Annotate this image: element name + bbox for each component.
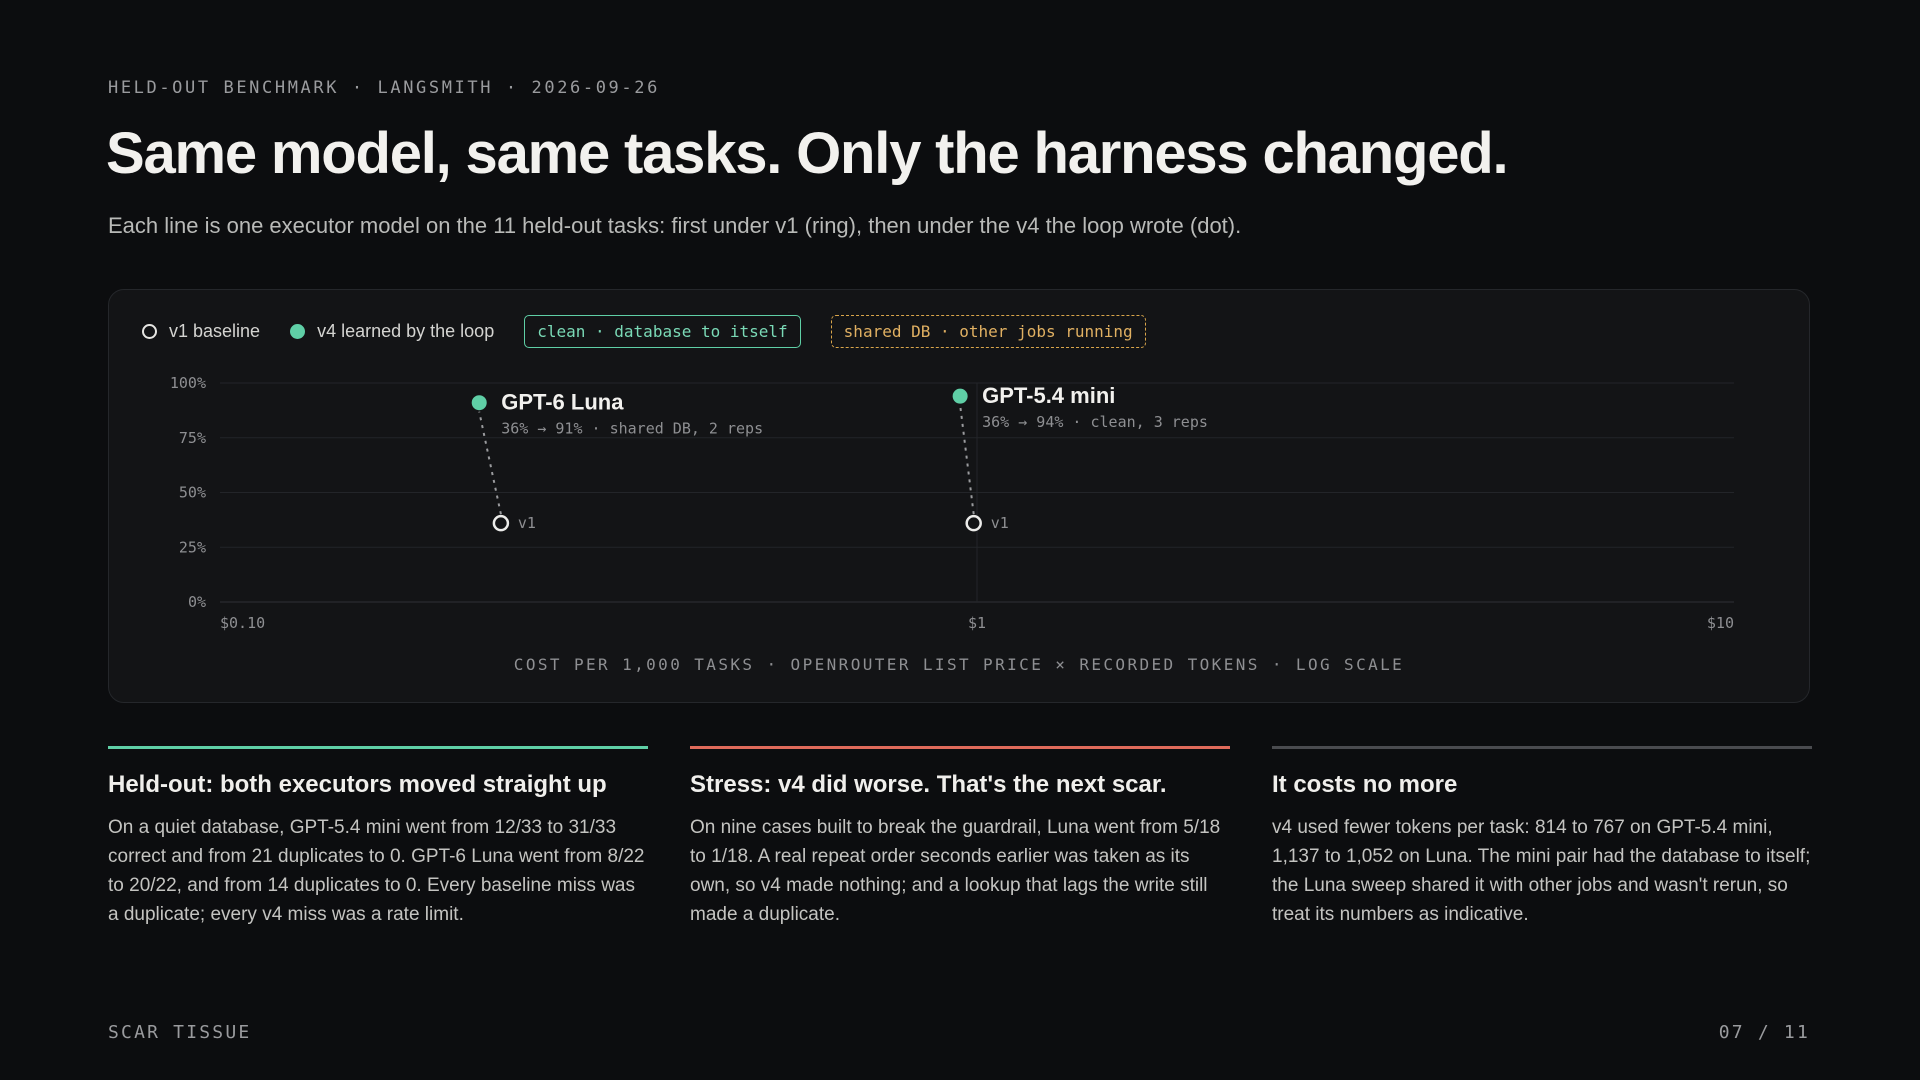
- connector-line: [959, 405, 975, 515]
- column-body: On a quiet database, GPT-5.4 mini went f…: [108, 817, 645, 925]
- footer-section-label: SCAR TISSUE: [108, 1022, 252, 1043]
- column-held-out: Held-out: both executors moved straight …: [108, 746, 648, 929]
- connector-line: [478, 411, 502, 515]
- column-accent-bar: [108, 746, 648, 749]
- x-tick-label: $1: [968, 614, 986, 632]
- column-cost: It costs no more v4 used fewer tokens pe…: [1272, 746, 1812, 929]
- y-tick-label: 75%: [179, 429, 206, 447]
- x-tick-label: $10: [1707, 614, 1734, 632]
- series-name-label: GPT-6 Luna: [501, 390, 624, 415]
- x-axis-title: COST PER 1,000 TASKS · OPENROUTER LIST P…: [513, 655, 1405, 674]
- column-heading: Held-out: both executors moved straight …: [108, 771, 607, 798]
- series-name-label: GPT-5.4 mini: [982, 383, 1115, 408]
- x-tick-label: $0.10: [220, 614, 265, 632]
- v1-point: [492, 514, 510, 532]
- v1-point-label: v1: [991, 514, 1009, 532]
- scatter-chart: 0% 25% 50% 75% 100% $0.10 $1 $10 v1 GPT-6 Luna 36%…: [170, 374, 1734, 632]
- y-tick-label: 0%: [188, 593, 206, 611]
- v4-point: [471, 395, 487, 411]
- column-accent-bar: [1272, 746, 1812, 749]
- page-title: Same model, same tasks. Only the harness…: [106, 121, 1509, 186]
- y-tick-label: 50%: [179, 484, 206, 502]
- page-counter: 07 / 11: [1718, 1022, 1810, 1043]
- column-heading: Stress: v4 did worse. That's the next sc…: [690, 771, 1167, 798]
- eyebrow: HELD-OUT BENCHMARK · LANGSMITH · 2026-09…: [108, 78, 660, 98]
- page-subtitle: Each line is one executor model on the 1…: [108, 213, 1242, 238]
- y-tick-label: 100%: [170, 374, 206, 392]
- v1-point-label: v1: [518, 514, 536, 532]
- column-accent-bar: [690, 746, 1230, 749]
- series-note-label: 36% → 91% · shared DB, 2 reps: [501, 420, 763, 438]
- column-stress: Stress: v4 did worse. That's the next sc…: [690, 746, 1230, 929]
- column-heading: It costs no more: [1272, 771, 1458, 798]
- series-note-label: 36% → 94% · clean, 3 reps: [982, 413, 1208, 431]
- v1-point: [965, 514, 982, 532]
- chart-panel: v1 baseline v4 learned by the loop clean…: [108, 289, 1810, 703]
- column-body: v4 used fewer tokens per task: 814 to 76…: [1272, 817, 1811, 925]
- y-tick-label: 25%: [179, 538, 206, 556]
- v4-point: [952, 388, 968, 404]
- column-body: On nine cases built to break the guardra…: [690, 817, 1221, 925]
